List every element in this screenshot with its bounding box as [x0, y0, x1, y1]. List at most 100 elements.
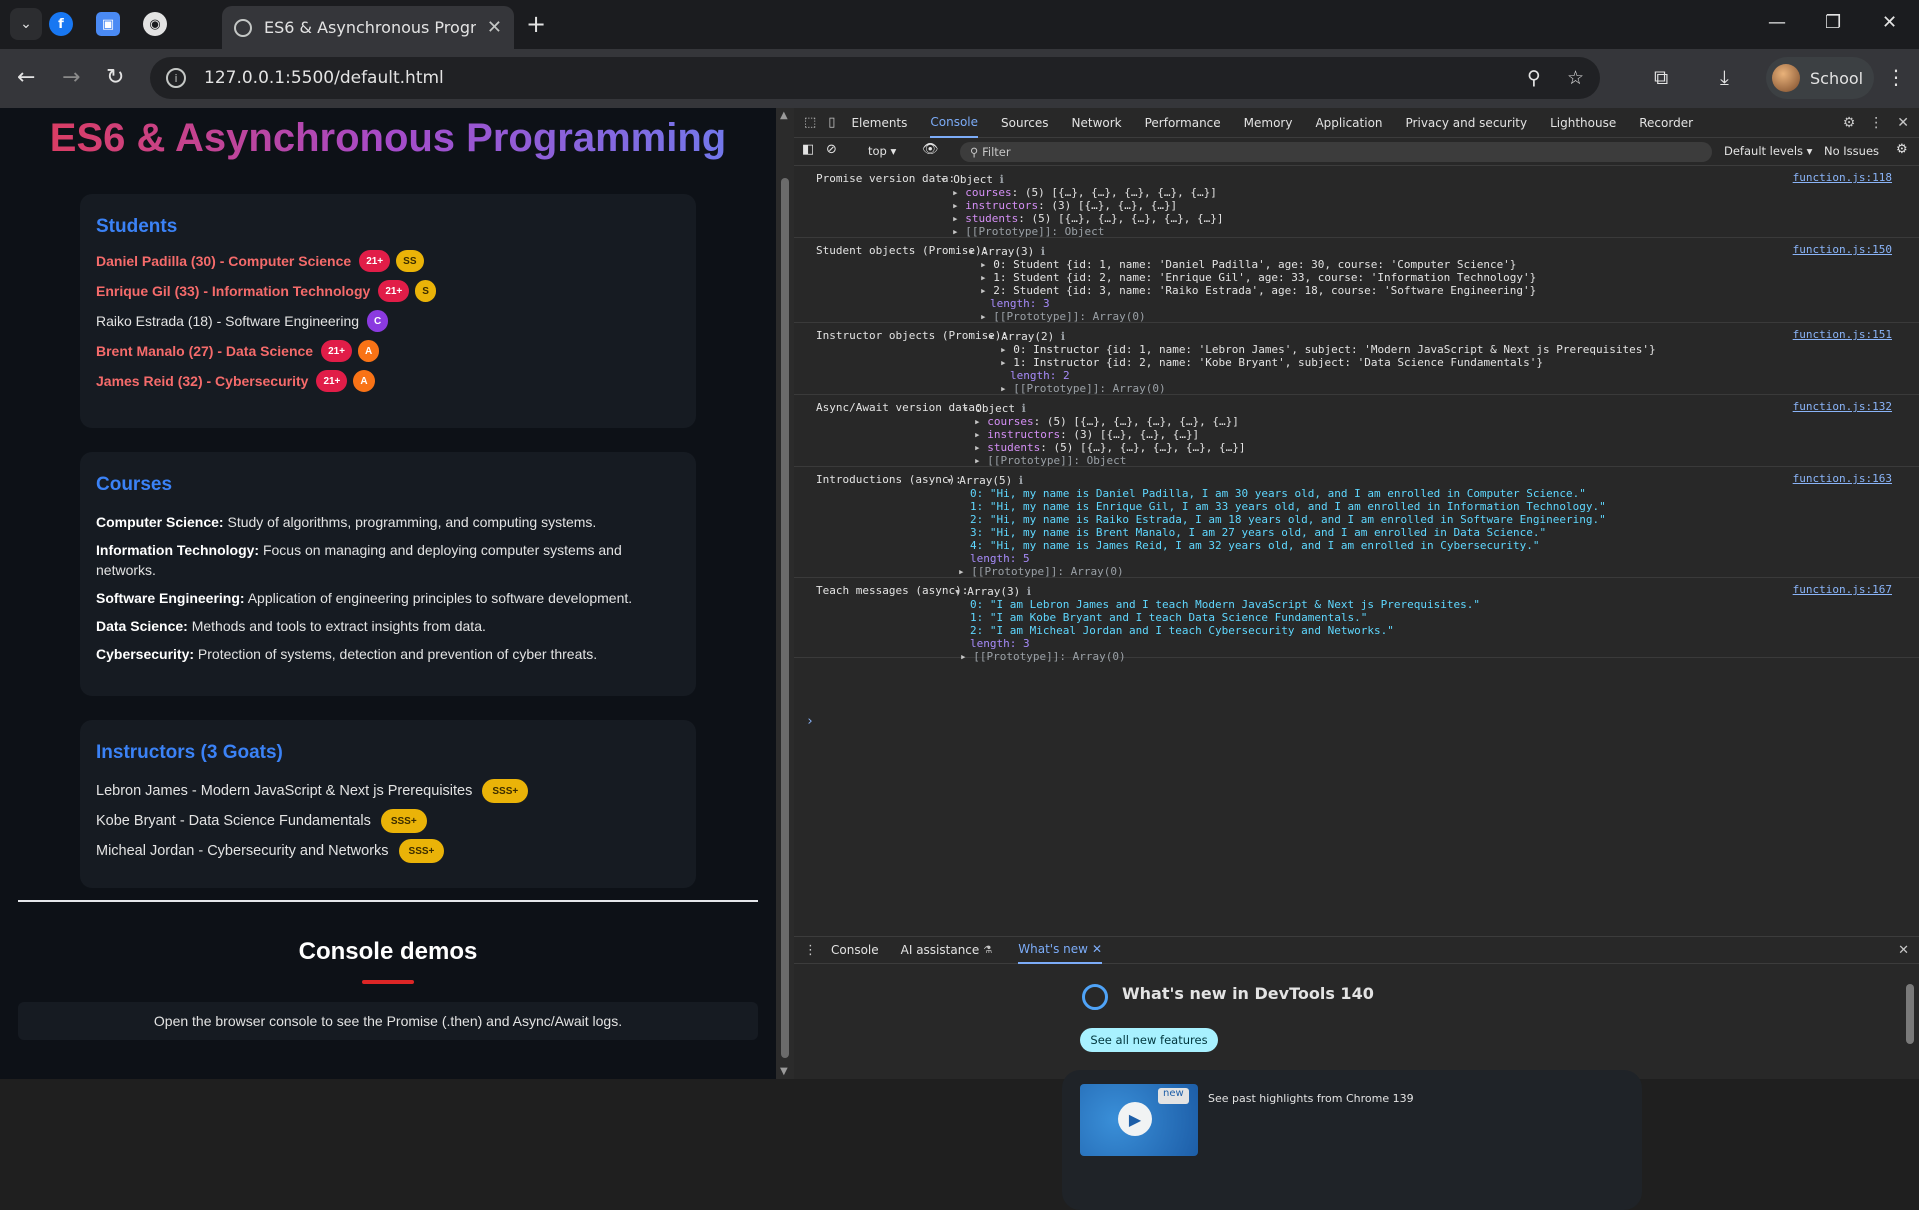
- close-tab-icon[interactable]: ✕: [487, 17, 502, 38]
- close-drawer-icon[interactable]: ✕: [1898, 943, 1909, 958]
- console-line[interactable]: ▸ students: (5) [{…}, {…}, {…}, {…}, {…}…: [952, 212, 1224, 225]
- console-line[interactable]: 1: "I am Kobe Bryant and I teach Data Sc…: [970, 611, 1367, 624]
- expand-triangle-icon[interactable]: ▾: [988, 330, 1001, 343]
- console-line[interactable]: 2: "I am Micheal Jordan and I teach Cybe…: [970, 624, 1394, 637]
- console-line[interactable]: length: 3: [990, 297, 1050, 310]
- console-line[interactable]: 3: "Hi, my name is Brent Manalo, I am 27…: [970, 526, 1546, 539]
- console-line[interactable]: ▸ instructors: (3) [{…}, {…}, {…}]: [974, 428, 1199, 441]
- devtools-tab-performance[interactable]: Performance: [1145, 108, 1221, 138]
- drawer-tab-whats-new[interactable]: What's new ✕: [1018, 936, 1103, 964]
- devtools-tab-console[interactable]: Console: [930, 108, 979, 138]
- console-expand-toggle[interactable]: ▾ Array(5) ℹ: [946, 474, 1023, 487]
- contacts-pinned-tab-icon[interactable]: ▣: [96, 12, 120, 36]
- console-line[interactable]: ▸ [[Prototype]]: Array(0): [980, 310, 1146, 323]
- console-line[interactable]: length: 3: [970, 637, 1030, 650]
- facebook-pinned-tab-icon[interactable]: f: [49, 12, 73, 36]
- drawer-scrollbar[interactable]: [1906, 970, 1914, 1070]
- scroll-up-icon[interactable]: ▲: [780, 110, 788, 121]
- see-all-features-button[interactable]: See all new features: [1080, 1028, 1218, 1052]
- profile-button[interactable]: School: [1766, 57, 1874, 99]
- site-info-icon[interactable]: i: [166, 68, 186, 88]
- source-link[interactable]: function.js:163: [1793, 472, 1892, 485]
- devtools-tab-elements[interactable]: Elements: [851, 108, 907, 138]
- console-line[interactable]: ▸ courses: (5) [{…}, {…}, {…}, {…}, {…}]: [952, 186, 1217, 199]
- console-line[interactable]: ▸ [[Prototype]]: Array(0): [960, 650, 1126, 663]
- devtools-tab-network[interactable]: Network: [1072, 108, 1122, 138]
- devtools-menu-icon[interactable]: ⋮: [1869, 115, 1883, 131]
- source-link[interactable]: function.js:118: [1793, 171, 1892, 184]
- console-line[interactable]: ▸ [[Prototype]]: Object: [974, 454, 1126, 467]
- console-line[interactable]: ▸ 1: Student {id: 2, name: 'Enrique Gil'…: [980, 271, 1536, 284]
- clear-console-icon[interactable]: ⊘: [826, 142, 837, 157]
- zoom-icon[interactable]: ⚲: [1527, 67, 1541, 89]
- source-link[interactable]: function.js:150: [1793, 243, 1892, 256]
- inspect-element-icon[interactable]: ⬚: [804, 115, 816, 130]
- minimize-icon[interactable]: —: [1768, 12, 1786, 33]
- filter-input[interactable]: ⚲ Filter: [960, 142, 1712, 162]
- github-pinned-tab-icon[interactable]: ◉: [143, 12, 167, 36]
- scrollbar-thumb[interactable]: [781, 178, 789, 1058]
- extensions-icon[interactable]: ⧉: [1654, 65, 1668, 89]
- back-arrow-icon[interactable]: ←: [17, 65, 35, 90]
- context-selector[interactable]: top ▾: [868, 144, 896, 158]
- console-line[interactable]: ▸ [[Prototype]]: Array(0): [1000, 382, 1166, 395]
- console-expand-toggle[interactable]: ▾ Array(2) ℹ: [988, 330, 1065, 343]
- console-line[interactable]: 1: "Hi, my name is Enrique Gil, I am 33 …: [970, 500, 1606, 513]
- console-settings-gear-icon[interactable]: ⚙: [1896, 142, 1908, 157]
- play-icon[interactable]: ▶: [1118, 1102, 1152, 1136]
- expand-triangle-icon[interactable]: ▾: [940, 173, 953, 186]
- download-icon[interactable]: ⤓: [1720, 65, 1729, 89]
- expand-triangle-icon[interactable]: ▾: [946, 474, 959, 487]
- restore-icon[interactable]: ❐: [1825, 12, 1841, 33]
- console-expand-toggle[interactable]: ▾ Array(3) ℹ: [954, 585, 1031, 598]
- devtools-tab-lighthouse[interactable]: Lighthouse: [1550, 108, 1616, 138]
- drawer-tab-ai-assistance[interactable]: AI assistance: [901, 936, 980, 964]
- address-bar[interactable]: i 127.0.0.1:5500/default.html ⚲ ☆: [150, 57, 1600, 99]
- console-line[interactable]: ▸ 1: Instructor {id: 2, name: 'Kobe Brya…: [1000, 356, 1543, 369]
- devtools-tab-privacy-and-security[interactable]: Privacy and security: [1406, 108, 1528, 138]
- log-levels-dropdown[interactable]: Default levels ▾: [1724, 144, 1812, 158]
- source-link[interactable]: function.js:167: [1793, 583, 1892, 596]
- forward-arrow-icon[interactable]: →: [62, 65, 80, 90]
- console-line[interactable]: length: 5: [970, 552, 1030, 565]
- devtools-tab-memory[interactable]: Memory: [1244, 108, 1293, 138]
- close-devtools-icon[interactable]: ✕: [1897, 115, 1909, 131]
- expand-triangle-icon[interactable]: ▾: [954, 585, 967, 598]
- settings-gear-icon[interactable]: ⚙: [1843, 115, 1856, 131]
- console-line[interactable]: ▸ 0: Instructor {id: 1, name: 'Lebron Ja…: [1000, 343, 1656, 356]
- sidebar-toggle-icon[interactable]: ◧: [802, 142, 814, 157]
- bookmark-star-icon[interactable]: ☆: [1567, 67, 1584, 89]
- console-expand-toggle[interactable]: ▾ Array(3) ℹ: [968, 245, 1045, 258]
- console-line[interactable]: ▸ 0: Student {id: 1, name: 'Daniel Padil…: [980, 258, 1516, 271]
- devtools-tab-application[interactable]: Application: [1315, 108, 1382, 138]
- scroll-down-icon[interactable]: ▼: [780, 1066, 788, 1077]
- close-tab-icon[interactable]: ✕: [1092, 942, 1102, 956]
- live-expression-eye-icon[interactable]: 👁: [922, 142, 939, 157]
- console-line[interactable]: 4: "Hi, my name is James Reid, I am 32 y…: [970, 539, 1540, 552]
- console-expand-toggle[interactable]: ▾ Object ℹ: [962, 402, 1026, 415]
- source-link[interactable]: function.js:132: [1793, 400, 1892, 413]
- url-text[interactable]: 127.0.0.1:5500/default.html: [204, 68, 444, 88]
- console-line[interactable]: ▸ students: (5) [{…}, {…}, {…}, {…}, {…}…: [974, 441, 1246, 454]
- drawer-scrollbar-thumb[interactable]: [1906, 984, 1914, 1044]
- kebab-menu-icon[interactable]: ⋮: [1886, 65, 1906, 89]
- close-window-icon[interactable]: ✕: [1882, 12, 1897, 33]
- console-line[interactable]: ▸ 2: Student {id: 3, name: 'Raiko Estrad…: [980, 284, 1536, 297]
- highlights-text[interactable]: See past highlights from Chrome 139: [1208, 1092, 1414, 1105]
- tab-active[interactable]: ES6 & Asynchronous Programm ✕: [222, 6, 514, 49]
- console-line[interactable]: 2: "Hi, my name is Raiko Estrada, I am 1…: [970, 513, 1606, 526]
- console-line[interactable]: length: 2: [1010, 369, 1070, 382]
- console-prompt-icon[interactable]: ›: [806, 714, 814, 729]
- console-line[interactable]: 0: "I am Lebron James and I teach Modern…: [970, 598, 1480, 611]
- console-line[interactable]: ▸ [[Prototype]]: Array(0): [958, 565, 1124, 578]
- new-tab-plus-icon[interactable]: +: [526, 10, 546, 38]
- console-expand-toggle[interactable]: ▾ Object ℹ: [940, 173, 1004, 186]
- console-line[interactable]: 0: "Hi, my name is Daniel Padilla, I am …: [970, 487, 1586, 500]
- console-line[interactable]: ▸ courses: (5) [{…}, {…}, {…}, {…}, {…}]: [974, 415, 1239, 428]
- issues-counter[interactable]: No Issues: [1824, 144, 1879, 158]
- page-scrollbar[interactable]: ▲ ▼: [776, 108, 794, 1079]
- console-line[interactable]: ▸ instructors: (3) [{…}, {…}, {…}]: [952, 199, 1177, 212]
- expand-triangle-icon[interactable]: ▾: [968, 245, 981, 258]
- expand-triangle-icon[interactable]: ▾: [962, 402, 975, 415]
- drawer-menu-icon[interactable]: ⋮: [804, 943, 817, 958]
